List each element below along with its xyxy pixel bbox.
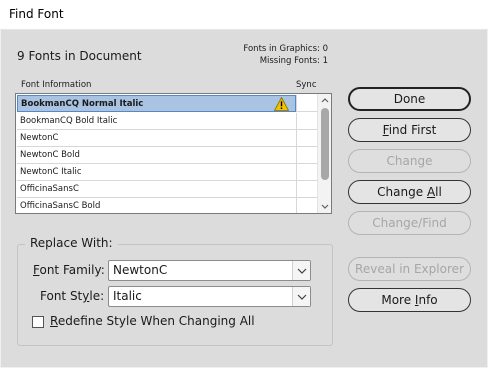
chevron-down-icon[interactable]	[292, 287, 310, 306]
sync-cell	[296, 198, 317, 213]
font-name: OfficinaSansC Bold	[20, 201, 101, 211]
sync-cell	[296, 113, 317, 130]
font-name: NewtonC Bold	[20, 150, 80, 160]
font-row[interactable]: BookmanCQ Bold Italic	[17, 113, 296, 130]
list-scrollbar[interactable]	[317, 94, 331, 213]
redefine-style-checkbox[interactable]	[32, 316, 44, 328]
font-style-select[interactable]: Italic	[108, 286, 311, 307]
font-name: NewtonC	[20, 133, 59, 143]
font-row[interactable]: OfficinaSansC	[17, 181, 296, 198]
more-info-button[interactable]: More Info	[348, 288, 471, 312]
font-row[interactable]: OfficinaSansC Bold	[17, 198, 296, 213]
font-family-value: NewtonC	[113, 263, 168, 277]
warning-icon	[274, 97, 289, 111]
font-stats: Fonts in Graphics: 0 Missing Fonts: 1	[243, 43, 328, 67]
change-find-button[interactable]: Change/Find	[348, 211, 471, 235]
missing-fonts: Missing Fonts: 1	[259, 56, 328, 66]
replace-with-label: Replace With:	[25, 236, 118, 250]
sync-cell	[296, 130, 317, 147]
reveal-in-explorer-button[interactable]: Reveal in Explorer	[348, 257, 471, 281]
font-name: BookmanCQ Normal Italic	[21, 99, 144, 109]
redefine-style-label[interactable]: Redefine Style When Changing All	[50, 314, 255, 328]
title-bar[interactable]: Find Font	[0, 0, 488, 30]
fonts-in-graphics: Fonts in Graphics: 0	[243, 44, 328, 54]
chevron-down-icon[interactable]	[292, 261, 310, 280]
fonts-count-label: 9 Fonts in Document	[17, 49, 142, 63]
font-row[interactable]: NewtonC Italic	[17, 164, 296, 181]
sync-cell	[296, 164, 317, 181]
find-first-button[interactable]: Find First	[348, 118, 471, 142]
change-all-button[interactable]: Change All	[348, 180, 471, 204]
font-row[interactable]: NewtonC Bold	[17, 147, 296, 164]
font-family-select[interactable]: NewtonC	[108, 260, 311, 281]
font-name: NewtonC Italic	[20, 167, 82, 177]
sync-cell	[296, 95, 317, 112]
font-row[interactable]: NewtonC	[17, 130, 296, 147]
scroll-thumb[interactable]	[321, 108, 329, 180]
font-list[interactable]: BookmanCQ Normal Italic BookmanCQ Bold I…	[15, 93, 332, 214]
font-style-label: Font Style:	[40, 289, 105, 303]
change-button[interactable]: Change	[348, 149, 471, 173]
font-name: BookmanCQ Bold Italic	[20, 116, 118, 126]
window-title: Find Font	[9, 7, 64, 21]
font-style-value: Italic	[113, 289, 142, 303]
sync-cell	[296, 147, 317, 164]
done-button[interactable]: Done	[348, 87, 471, 111]
font-row-selected[interactable]: BookmanCQ Normal Italic	[17, 95, 296, 112]
column-header-sync[interactable]: Sync	[296, 80, 317, 90]
chevron-up-icon[interactable]	[321, 97, 329, 103]
font-family-label: Font Family:	[33, 263, 105, 277]
font-name: OfficinaSansC	[20, 184, 79, 194]
chevron-down-icon[interactable]	[321, 204, 329, 210]
column-header-font-information[interactable]: Font Information	[21, 80, 91, 90]
sync-cell	[296, 181, 317, 198]
